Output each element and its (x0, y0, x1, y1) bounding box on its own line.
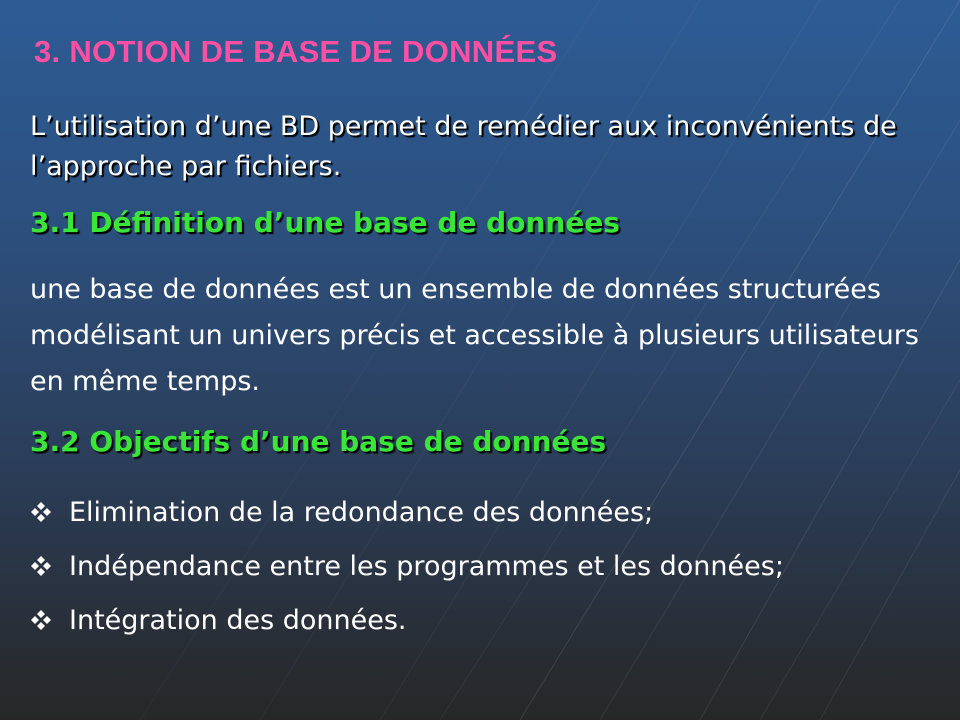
slide-title: 3. NOTION DE BASE DE DONNÉES (34, 34, 558, 69)
four-diamond-bullet-icon (31, 556, 51, 576)
four-diamond-bullet-icon (31, 502, 51, 522)
list-item-text: Indépendance entre les programmes et les… (69, 550, 784, 582)
four-diamond-bullet-icon (31, 610, 51, 630)
list-item: Indépendance entre les programmes et les… (30, 539, 784, 593)
list-item-text: Elimination de la redondance des données… (69, 496, 654, 528)
section-heading-objectives: 3.2 Objectifs d’une base de données (30, 425, 607, 458)
slide: 3. NOTION DE BASE DE DONNÉES L’utilisati… (0, 0, 960, 720)
section-heading-definition: 3.1 Définition d’une base de données (30, 206, 620, 239)
list-item: Elimination de la redondance des données… (30, 485, 784, 539)
objectives-list: Elimination de la redondance des données… (30, 485, 784, 647)
list-item-text: Intégration des données. (69, 604, 407, 636)
list-item: Intégration des données. (30, 593, 784, 647)
intro-paragraph: L’utilisation d’une BD permet de remédie… (30, 111, 897, 182)
definition-paragraph: une base de données est un ensemble de d… (30, 274, 919, 397)
